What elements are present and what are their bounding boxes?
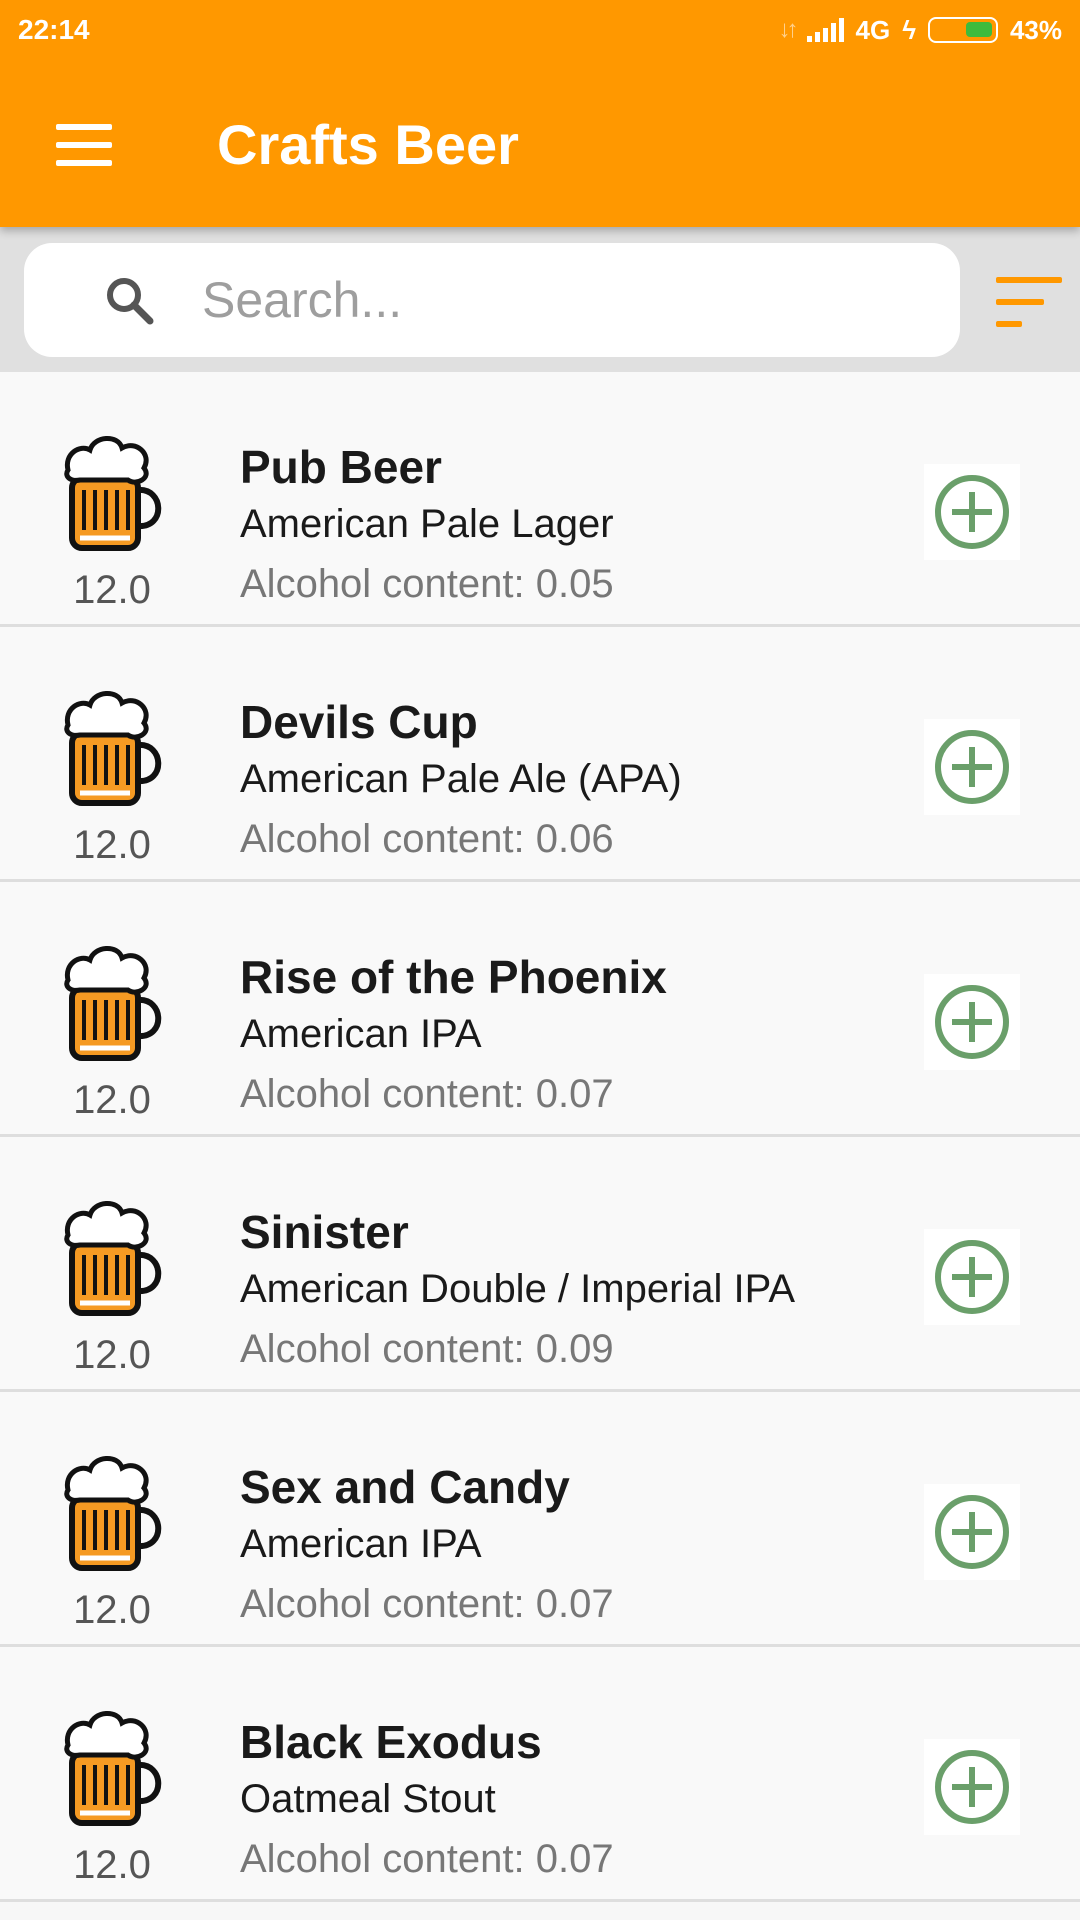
beer-style: American Pale Ale (APA) [240,757,682,801]
list-item[interactable]: 12.0 Black Exodus Oatmeal Stout Alcohol … [0,1647,1080,1902]
beer-mug-icon [64,436,162,551]
beer-style: Oatmeal Stout [240,1777,496,1821]
beer-style: American Double / Imperial IPA [240,1267,796,1311]
sort-filter-icon[interactable] [990,277,1070,333]
add-circle-icon [935,730,1009,804]
beer-abv: 12.0 [73,1333,151,1377]
beer-name: Sex and Candy [240,1461,570,1513]
beer-name: Devils Cup [240,696,478,748]
hamburger-menu-icon[interactable] [44,118,124,178]
beer-alcohol-content: Alcohol content: 0.07 [240,1072,614,1116]
beer-abv: 12.0 [73,1588,151,1632]
battery-percent: 43% [1009,14,1062,45]
add-button[interactable] [924,1739,1020,1835]
app-bar: 22:14 ↓↑ 4G ϟ 43% Crafts Beer [0,0,1080,227]
beer-name: Sinister [240,1206,409,1258]
list-item[interactable]: 12.0 Sinister American Double / Imperial… [0,1137,1080,1392]
beer-alcohol-content: Alcohol content: 0.07 [240,1582,614,1626]
beer-mug-icon [64,1456,162,1571]
beer-abv: 12.0 [73,823,151,867]
status-bar: 22:14 ↓↑ 4G ϟ 43% [0,0,1080,60]
add-button[interactable] [924,464,1020,560]
status-indicators: ↓↑ 4G ϟ 43% [779,12,1063,48]
beer-name: Rise of the Phoenix [240,951,667,1003]
beer-style: American IPA [240,1012,482,1056]
add-button[interactable] [924,1229,1020,1325]
search-box[interactable] [24,243,960,357]
beer-abv: 12.0 [73,568,151,612]
beer-alcohol-content: Alcohol content: 0.06 [240,817,614,861]
beer-abv: 12.0 [73,1078,151,1122]
beer-alcohol-content: Alcohol content: 0.05 [240,562,614,606]
add-button[interactable] [924,1484,1020,1580]
battery-icon [927,17,998,43]
search-bar-container [0,227,1080,372]
add-circle-icon [935,1750,1009,1824]
network-type: 4G [855,14,891,45]
search-input[interactable] [202,263,922,337]
beer-style: American IPA [240,1522,482,1566]
beer-style: American Pale Lager [240,502,614,546]
signal-icon [806,18,844,42]
beer-abv: 12.0 [73,1843,151,1887]
search-icon [107,278,154,325]
add-button[interactable] [924,719,1020,815]
add-circle-icon [935,475,1009,549]
beer-name: Black Exodus [240,1716,542,1768]
beer-name: Pub Beer [240,441,442,493]
data-activity-icon: ↓↑ [778,16,799,43]
add-circle-icon [935,985,1009,1059]
beer-mug-icon [64,691,162,806]
list-item[interactable]: 12.0 Devils Cup American Pale Ale (APA) … [0,627,1080,882]
beer-mug-icon [64,946,162,1061]
list-item[interactable]: 12.0 Rise of the Phoenix American IPA Al… [0,882,1080,1137]
beer-list: 12.0 Pub Beer American Pale Lager Alcoho… [0,372,1080,1902]
list-item[interactable]: 12.0 Sex and Candy American IPA Alcohol … [0,1392,1080,1647]
add-button[interactable] [924,974,1020,1070]
list-item[interactable]: 12.0 Pub Beer American Pale Lager Alcoho… [0,372,1080,627]
beer-mug-icon [64,1201,162,1316]
add-circle-icon [935,1495,1009,1569]
add-circle-icon [935,1240,1009,1314]
status-time: 22:14 [18,14,90,45]
beer-alcohol-content: Alcohol content: 0.09 [240,1327,614,1371]
page-title: Crafts Beer [217,113,519,176]
beer-mug-icon [64,1711,162,1826]
beer-alcohol-content: Alcohol content: 0.07 [240,1837,614,1881]
charging-icon: ϟ [902,14,916,45]
